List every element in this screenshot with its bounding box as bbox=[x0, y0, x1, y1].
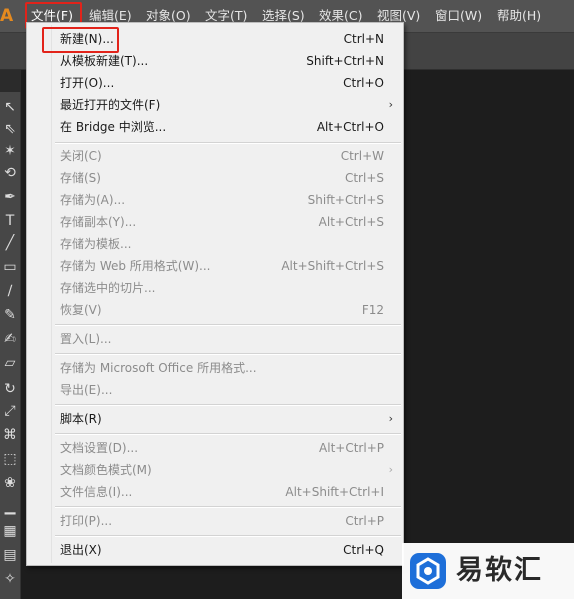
menu-item-label: 恢复(V) bbox=[60, 303, 102, 317]
submenu-arrow-icon: › bbox=[388, 463, 393, 476]
menu-item-browse-in-bridge[interactable]: 在 Bridge 中浏览... Alt+Ctrl+O bbox=[27, 116, 403, 138]
menu-separator bbox=[55, 404, 401, 406]
line-icon[interactable]: ╱ bbox=[1, 234, 19, 252]
menu-item-shortcut: F12 bbox=[361, 303, 384, 317]
menu-item-shortcut: Ctrl+Q bbox=[343, 543, 384, 557]
menu-item-shortcut: Shift+Ctrl+S bbox=[307, 193, 384, 207]
gradient-icon[interactable]: ▤ bbox=[1, 546, 19, 564]
menu-separator bbox=[55, 353, 401, 355]
type-icon[interactable]: T bbox=[1, 212, 19, 230]
menu-item-label: 关闭(C) bbox=[60, 149, 102, 163]
menu-item-recent-files[interactable]: 最近打开的文件(F) › bbox=[27, 94, 403, 116]
menu-item-file-info[interactable]: 文件信息(I)... Alt+Shift+Ctrl+I bbox=[27, 481, 403, 503]
app-logo: Ai bbox=[0, 6, 14, 26]
menu-item-shortcut: Alt+Ctrl+S bbox=[318, 215, 384, 229]
rectangle-icon[interactable]: ▭ bbox=[1, 258, 19, 276]
warp-icon[interactable]: ⌘ bbox=[1, 426, 19, 444]
menu-item-label: 存储为 Microsoft Office 所用格式... bbox=[60, 361, 257, 375]
menu-item-label: 导出(E)... bbox=[60, 383, 113, 397]
watermark-text: 易软汇 bbox=[456, 555, 543, 586]
menu-separator bbox=[55, 506, 401, 508]
menu-item-save[interactable]: 存储(S) Ctrl+S bbox=[27, 167, 403, 189]
menu-item-close[interactable]: 关闭(C) Ctrl+W bbox=[27, 145, 403, 167]
paintbrush-icon[interactable]: ∕ bbox=[1, 282, 19, 300]
menu-item-label: 新建(N)... bbox=[60, 32, 114, 46]
pen-icon[interactable]: ✒ bbox=[1, 188, 19, 206]
file-menu-dropdown: 新建(N)... Ctrl+N 从模板新建(T)... Shift+Ctrl+N… bbox=[26, 22, 404, 566]
free-transform-icon[interactable]: ⬚ bbox=[1, 450, 19, 468]
menu-window[interactable]: 窗口(W) bbox=[435, 0, 482, 32]
menu-item-label: 存储为(A)... bbox=[60, 193, 126, 207]
menu-separator bbox=[55, 433, 401, 435]
menu-item-shortcut: Alt+Ctrl+O bbox=[316, 120, 384, 134]
menu-item-exit[interactable]: 退出(X) Ctrl+Q bbox=[27, 539, 403, 561]
menu-item-label: 存储副本(Y)... bbox=[60, 215, 137, 229]
menu-item-label: 存储选中的切片... bbox=[60, 281, 156, 295]
pencil-icon[interactable]: ✎ bbox=[1, 306, 19, 324]
direct-selection-icon[interactable]: ⇖ bbox=[1, 120, 19, 138]
eyedropper-icon[interactable]: ✧ bbox=[1, 570, 19, 588]
menu-item-label: 打印(P)... bbox=[60, 514, 113, 528]
menu-item-shortcut: Alt+Ctrl+P bbox=[319, 441, 384, 455]
menu-item-label: 退出(X) bbox=[60, 543, 102, 557]
menu-item-shortcut: Ctrl+P bbox=[345, 514, 384, 528]
menu-item-label: 置入(L)... bbox=[60, 332, 112, 346]
menu-help[interactable]: 帮助(H) bbox=[497, 0, 541, 32]
menu-item-open[interactable]: 打开(O)... Ctrl+O bbox=[27, 72, 403, 94]
menu-item-shortcut: Alt+Shift+Ctrl+I bbox=[285, 485, 384, 499]
menu-item-label: 文档设置(D)... bbox=[60, 441, 139, 455]
submenu-arrow-icon: › bbox=[388, 98, 393, 111]
menu-item-label: 从模板新建(T)... bbox=[60, 54, 149, 68]
menu-item-save-copy[interactable]: 存储副本(Y)... Alt+Ctrl+S bbox=[27, 211, 403, 233]
menu-item-shortcut: Ctrl+N bbox=[343, 32, 384, 46]
scale-icon[interactable]: ⤢ bbox=[1, 402, 19, 420]
tools-panel: ↖ ⇖ ✶ ⟲ ✒ T ╱ ▭ ∕ ✎ ✍ ▱ ↻ ⤢ ⌘ ⬚ ❀ ▁ ▦ ▤ … bbox=[0, 92, 21, 599]
lasso-icon[interactable]: ⟲ bbox=[1, 164, 19, 182]
menu-item-label: 打开(O)... bbox=[60, 76, 115, 90]
graph-icon[interactable]: ▁ bbox=[1, 498, 19, 516]
magic-wand-icon[interactable]: ✶ bbox=[1, 142, 19, 160]
menu-item-label: 最近打开的文件(F) bbox=[60, 98, 161, 112]
rotate-icon[interactable]: ↻ bbox=[1, 380, 19, 398]
menu-item-shortcut: Shift+Ctrl+N bbox=[306, 54, 384, 68]
menu-item-document-setup[interactable]: 文档设置(D)... Alt+Ctrl+P bbox=[27, 437, 403, 459]
menu-item-label: 在 Bridge 中浏览... bbox=[60, 120, 167, 134]
watermark: 易软汇 bbox=[402, 543, 574, 599]
menu-separator bbox=[55, 535, 401, 537]
menu-item-shortcut: Ctrl+O bbox=[343, 76, 384, 90]
watermark-logo-icon bbox=[410, 553, 446, 589]
menu-separator bbox=[55, 142, 401, 144]
menu-item-scripts[interactable]: 脚本(R) › bbox=[27, 408, 403, 430]
menu-item-document-color-mode[interactable]: 文档颜色模式(M) › bbox=[27, 459, 403, 481]
menu-item-shortcut: Ctrl+S bbox=[344, 171, 384, 185]
menu-item-new-from-template[interactable]: 从模板新建(T)... Shift+Ctrl+N bbox=[27, 50, 403, 72]
symbol-sprayer-icon[interactable]: ❀ bbox=[1, 474, 19, 492]
menu-item-save-for-office[interactable]: 存储为 Microsoft Office 所用格式... bbox=[27, 357, 403, 379]
menu-item-place[interactable]: 置入(L)... bbox=[27, 328, 403, 350]
menu-item-new[interactable]: 新建(N)... Ctrl+N bbox=[27, 28, 403, 50]
menu-item-save-as[interactable]: 存储为(A)... Shift+Ctrl+S bbox=[27, 189, 403, 211]
menu-item-label: 存储为模板... bbox=[60, 237, 132, 251]
menu-item-label: 存储为 Web 所用格式(W)... bbox=[60, 259, 211, 273]
menu-item-print[interactable]: 打印(P)... Ctrl+P bbox=[27, 510, 403, 532]
menu-item-save-for-web[interactable]: 存储为 Web 所用格式(W)... Alt+Shift+Ctrl+S bbox=[27, 255, 403, 277]
menu-item-label: 脚本(R) bbox=[60, 412, 102, 426]
menu-item-label: 文档颜色模式(M) bbox=[60, 463, 152, 477]
mesh-icon[interactable]: ▦ bbox=[1, 522, 19, 540]
menu-item-export[interactable]: 导出(E)... bbox=[27, 379, 403, 401]
blob-brush-icon[interactable]: ✍ bbox=[1, 330, 19, 348]
selection-arrow-icon[interactable]: ↖ bbox=[1, 98, 19, 116]
menu-item-revert[interactable]: 恢复(V) F12 bbox=[27, 299, 403, 321]
submenu-arrow-icon: › bbox=[388, 412, 393, 425]
menu-item-shortcut: Ctrl+W bbox=[340, 149, 384, 163]
menu-item-label: 文件信息(I)... bbox=[60, 485, 133, 499]
menu-separator bbox=[55, 324, 401, 326]
menu-item-save-selected-slices[interactable]: 存储选中的切片... bbox=[27, 277, 403, 299]
eraser-icon[interactable]: ▱ bbox=[1, 354, 19, 372]
menu-item-label: 存储(S) bbox=[60, 171, 101, 185]
menu-item-shortcut: Alt+Shift+Ctrl+S bbox=[281, 259, 384, 273]
menu-item-save-as-template[interactable]: 存储为模板... bbox=[27, 233, 403, 255]
